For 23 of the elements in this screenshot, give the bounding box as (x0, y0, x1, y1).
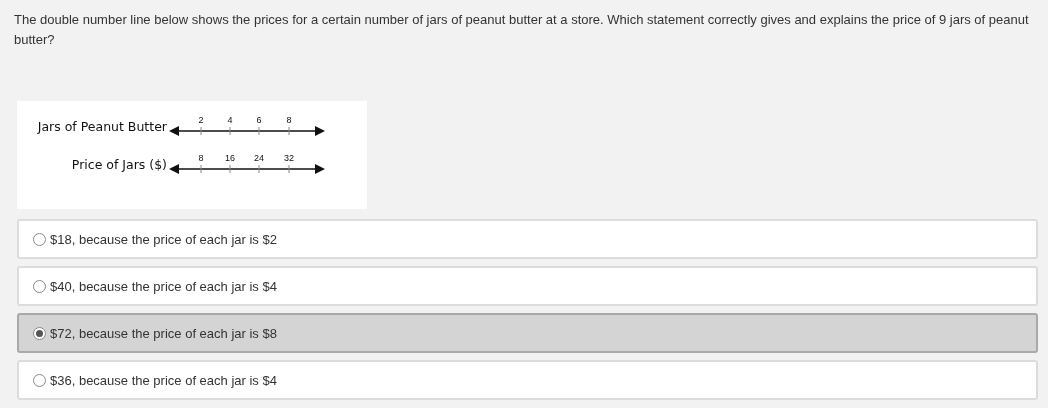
tick-label: 6 (256, 115, 262, 125)
tick-label: 32 (284, 153, 294, 163)
tick-label: 8 (198, 153, 204, 163)
line-label: Jars of Peanut Butter (37, 118, 167, 134)
tick-label: 8 (286, 115, 292, 125)
option-text: $18, because the price of each jar is $2 (50, 231, 277, 247)
radio-button[interactable] (33, 232, 46, 246)
answer-option[interactable]: $18, because the price of each jar is $2 (17, 219, 1038, 259)
tick-label: 16 (225, 153, 235, 163)
radio-button[interactable] (33, 373, 46, 387)
tick-label: 4 (227, 115, 233, 125)
option-text: $40, because the price of each jar is $4 (50, 278, 277, 294)
line-label: Price of Jars ($) (71, 156, 167, 172)
answer-option[interactable]: $72, because the price of each jar is $8 (17, 313, 1038, 353)
radio-button[interactable] (33, 326, 46, 340)
radio-button[interactable] (33, 279, 46, 293)
answer-option[interactable]: $40, because the price of each jar is $4 (17, 266, 1038, 306)
answer-option[interactable]: $36, because the price of each jar is $4 (17, 360, 1038, 400)
option-text: $72, because the price of each jar is $8 (50, 325, 277, 341)
tick-label: 24 (254, 153, 264, 163)
tick-label: 2 (198, 115, 204, 125)
option-text: $36, because the price of each jar is $4 (50, 372, 277, 388)
question-text: The double number line below shows the prices for a certain number of jars of peanut butter at a store. Which statement correctly gives and explains the price of 9 jars of peanut butter? (14, 11, 1029, 49)
